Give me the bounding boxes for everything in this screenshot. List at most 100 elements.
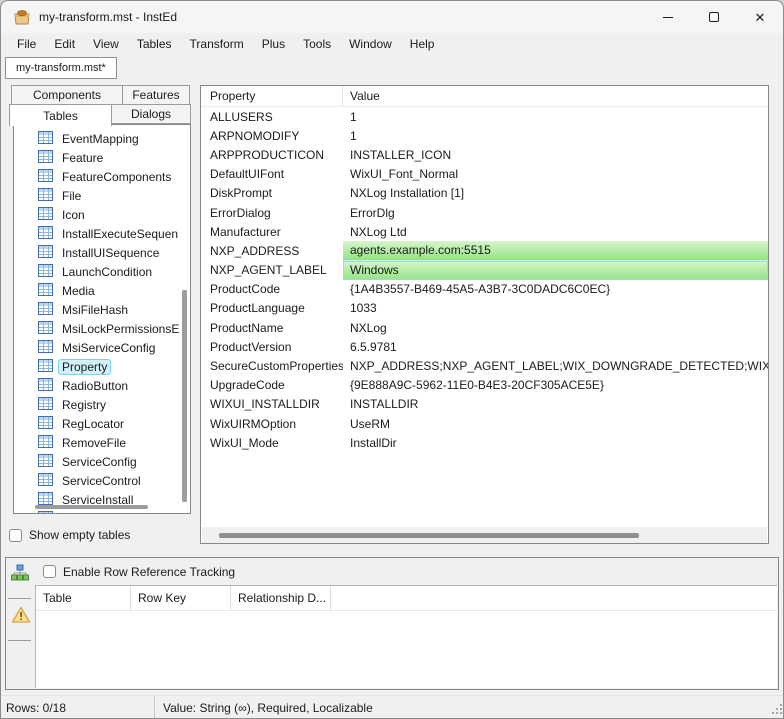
property-row-allusers[interactable]: ALLUSERS1 bbox=[201, 107, 768, 126]
property-row-nxp-address[interactable]: NXP_ADDRESSagents.example.com:5515 bbox=[201, 241, 768, 260]
property-row-arpproducticon[interactable]: ARPPRODUCTICONINSTALLER_ICON bbox=[201, 145, 768, 164]
table-item-removefile[interactable]: RemoveFile bbox=[14, 433, 190, 452]
tab-dialogs[interactable]: Dialogs bbox=[111, 104, 191, 124]
table-item-installuisequence[interactable]: InstallUISequence bbox=[14, 243, 190, 262]
value-column-header[interactable]: Value bbox=[343, 86, 768, 106]
document-tab[interactable]: my-transform.mst* bbox=[5, 57, 117, 79]
property-value-cell[interactable]: INSTALLDIR bbox=[343, 395, 768, 414]
table-icon bbox=[38, 302, 58, 318]
table-item-media[interactable]: Media bbox=[14, 281, 190, 300]
property-value-cell[interactable]: {1A4B3557-B469-45A5-A3B7-3C0DADC6C0EC} bbox=[343, 280, 768, 299]
table-item-servicecontrol[interactable]: ServiceControl bbox=[14, 471, 190, 490]
property-name-cell: WIXUI_INSTALLDIR bbox=[201, 395, 343, 414]
tree-item-label: Media bbox=[58, 283, 99, 299]
property-value-cell[interactable]: InstallDir bbox=[343, 433, 768, 452]
property-row-arpnomodify[interactable]: ARPNOMODIFY1 bbox=[201, 126, 768, 145]
menu-view[interactable]: View bbox=[84, 34, 128, 54]
table-item-feature[interactable]: Feature bbox=[14, 148, 190, 167]
property-row-manufacturer[interactable]: ManufacturerNXLog Ltd bbox=[201, 222, 768, 241]
tab-tables[interactable]: Tables bbox=[9, 104, 112, 126]
table-item-featurecomponents[interactable]: FeatureComponents bbox=[14, 167, 190, 186]
tab-components[interactable]: Components bbox=[11, 85, 123, 105]
minimize-button[interactable] bbox=[645, 1, 691, 33]
table-icon bbox=[38, 378, 58, 394]
row-tracking-checkbox[interactable] bbox=[43, 565, 56, 578]
property-value-cell[interactable]: ErrorDlg bbox=[343, 203, 768, 222]
tab-label: Features bbox=[132, 88, 179, 102]
show-empty-tables-checkbox[interactable] bbox=[9, 529, 22, 542]
property-value-cell[interactable]: NXLog Ltd bbox=[343, 222, 768, 241]
table-item-radiobutton[interactable]: RadioButton bbox=[14, 376, 190, 395]
property-value-cell[interactable]: NXLog bbox=[343, 318, 768, 337]
property-value-cell[interactable]: INSTALLER_ICON bbox=[343, 145, 768, 164]
ref-column-table[interactable]: Table bbox=[36, 586, 131, 610]
show-empty-tables-row: Show empty tables bbox=[9, 528, 130, 542]
property-value-cell[interactable]: 6.5.9781 bbox=[343, 337, 768, 356]
table-item-icon[interactable]: Icon bbox=[14, 205, 190, 224]
property-value-cell[interactable]: 1 bbox=[343, 126, 768, 145]
property-value-cell[interactable]: NXLog Installation [1] bbox=[343, 184, 768, 203]
table-item-serviceconfig[interactable]: ServiceConfig bbox=[14, 452, 190, 471]
property-row-productlanguage[interactable]: ProductLanguage1033 bbox=[201, 299, 768, 318]
table-item-property[interactable]: Property bbox=[14, 357, 190, 376]
menu-tools[interactable]: Tools bbox=[294, 34, 340, 54]
property-column-header[interactable]: Property bbox=[201, 86, 343, 106]
table-item-launchcondition[interactable]: LaunchCondition bbox=[14, 262, 190, 281]
property-row-defaultuifont[interactable]: DefaultUIFontWixUI_Font_Normal bbox=[201, 165, 768, 184]
property-row-wixuirmoption[interactable]: WixUIRMOptionUseRM bbox=[201, 414, 768, 433]
menu-window[interactable]: Window bbox=[340, 34, 401, 54]
menu-help[interactable]: Help bbox=[401, 34, 444, 54]
table-item-eventmapping[interactable]: EventMapping bbox=[14, 129, 190, 148]
property-value-cell[interactable]: {9E888A9C-5962-11E0-B4E3-20CF305ACE5E} bbox=[343, 376, 768, 395]
table-item-signature[interactable]: Signature bbox=[14, 509, 190, 514]
row-reference-table: TableRow KeyRelationship D... bbox=[35, 585, 777, 688]
property-row-productversion[interactable]: ProductVersion6.5.9781 bbox=[201, 337, 768, 356]
close-button[interactable]: ✕ bbox=[737, 1, 783, 33]
table-item-msifilehash[interactable]: MsiFileHash bbox=[14, 300, 190, 319]
menu-transform[interactable]: Transform bbox=[181, 34, 253, 54]
table-item-reglocator[interactable]: RegLocator bbox=[14, 414, 190, 433]
maximize-button[interactable] bbox=[691, 1, 737, 33]
resize-grip-icon[interactable] bbox=[770, 702, 783, 718]
package-icon bbox=[13, 9, 31, 25]
grid-horizontal-scrollbar[interactable] bbox=[219, 533, 639, 538]
property-row-nxp-agent-label[interactable]: NXP_AGENT_LABELWindows bbox=[201, 261, 768, 280]
menu-plus[interactable]: Plus bbox=[253, 34, 294, 54]
status-bar: Rows: 0/18 Value: String (∞), Required, … bbox=[1, 695, 784, 719]
table-icon bbox=[38, 435, 58, 451]
property-row-securecustomproperties[interactable]: SecureCustomPropertiesNXP_ADDRESS;NXP_AG… bbox=[201, 356, 768, 375]
panel-splitter[interactable] bbox=[192, 85, 200, 544]
property-row-productcode[interactable]: ProductCode{1A4B3557-B469-45A5-A3B7-3C0D… bbox=[201, 280, 768, 299]
warning-icon[interactable] bbox=[11, 606, 31, 627]
tree-horizontal-scrollbar[interactable] bbox=[35, 505, 148, 509]
menu-edit[interactable]: Edit bbox=[45, 34, 84, 54]
property-row-wixui-installdir[interactable]: WIXUI_INSTALLDIRINSTALLDIR bbox=[201, 395, 768, 414]
tab-features[interactable]: Features bbox=[122, 85, 190, 105]
property-row-wixui-mode[interactable]: WixUI_ModeInstallDir bbox=[201, 433, 768, 452]
table-item-msilockpermissionse[interactable]: MsiLockPermissionsE bbox=[14, 319, 190, 338]
window-controls: ✕ bbox=[645, 1, 783, 33]
property-value-cell[interactable]: NXP_ADDRESS;NXP_AGENT_LABEL;WIX_DOWNGRAD… bbox=[343, 356, 768, 375]
table-item-registry[interactable]: Registry bbox=[14, 395, 190, 414]
ref-column-relationship-d-[interactable]: Relationship D... bbox=[231, 586, 331, 610]
ref-column-row-key[interactable]: Row Key bbox=[131, 586, 231, 610]
table-item-msiserviceconfig[interactable]: MsiServiceConfig bbox=[14, 338, 190, 357]
property-name-cell: DiskPrompt bbox=[201, 184, 343, 203]
property-row-diskprompt[interactable]: DiskPromptNXLog Installation [1] bbox=[201, 184, 768, 203]
menu-tables[interactable]: Tables bbox=[128, 34, 181, 54]
property-value-cell[interactable]: WixUI_Font_Normal bbox=[343, 165, 768, 184]
property-value-cell[interactable]: 1033 bbox=[343, 299, 768, 318]
table-icon bbox=[38, 245, 58, 261]
property-value-cell[interactable]: 1 bbox=[343, 107, 768, 126]
property-value-cell[interactable]: Windows bbox=[343, 261, 768, 280]
menu-file[interactable]: File bbox=[8, 34, 45, 54]
table-item-file[interactable]: File bbox=[14, 186, 190, 205]
property-row-productname[interactable]: ProductNameNXLog bbox=[201, 318, 768, 337]
property-value-cell[interactable]: agents.example.com:5515 bbox=[343, 241, 768, 260]
property-value-cell[interactable]: UseRM bbox=[343, 414, 768, 433]
property-row-upgradecode[interactable]: UpgradeCode{9E888A9C-5962-11E0-B4E3-20CF… bbox=[201, 376, 768, 395]
property-row-errordialog[interactable]: ErrorDialogErrorDlg bbox=[201, 203, 768, 222]
table-item-installexecutesequen[interactable]: InstallExecuteSequen bbox=[14, 224, 190, 243]
hierarchy-icon[interactable] bbox=[11, 564, 29, 585]
tree-vertical-scrollbar[interactable] bbox=[182, 290, 187, 502]
